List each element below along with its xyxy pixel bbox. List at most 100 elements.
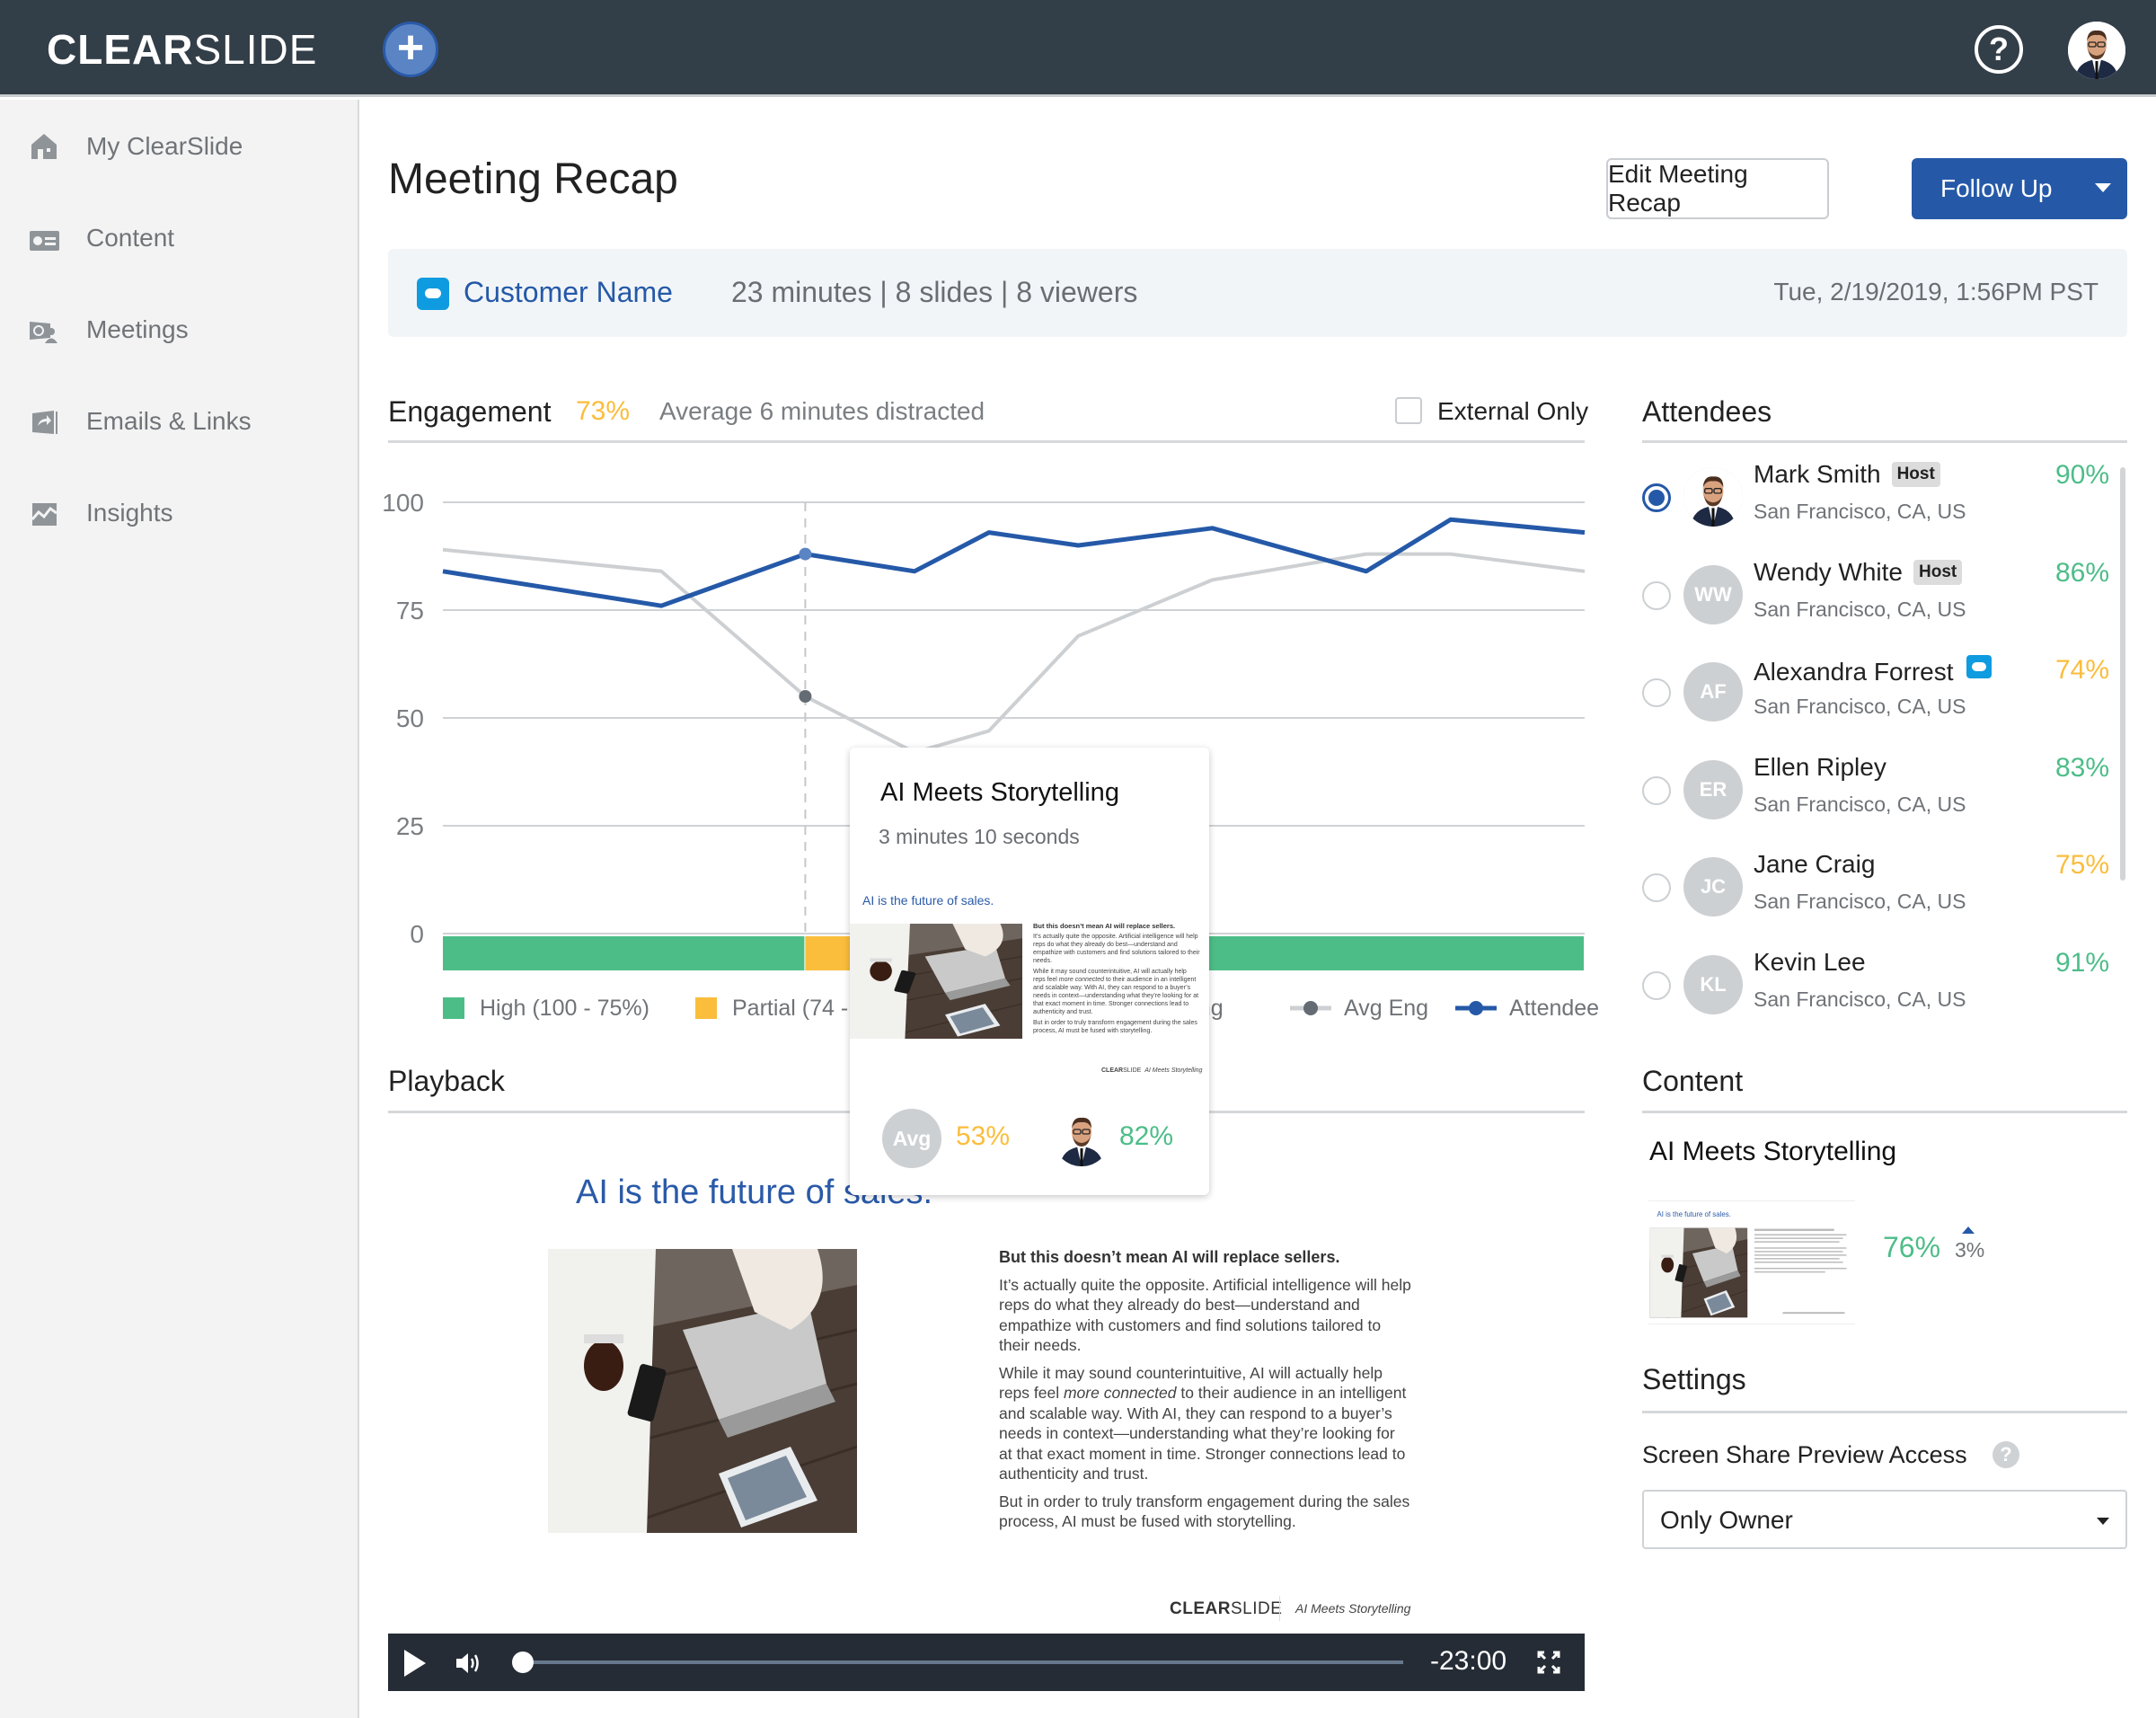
avg-engagement-percent: 53% bbox=[956, 1121, 1011, 1151]
slide-paragraph: While it may sound counterintuitive, AI … bbox=[999, 1363, 1412, 1484]
playback-scrubber[interactable] bbox=[523, 1660, 1403, 1664]
attendee-avatar: KL bbox=[1683, 954, 1743, 1014]
attendee-engagement-percent: 82% bbox=[1119, 1121, 1174, 1151]
logo-thin: SLIDE bbox=[1123, 1067, 1142, 1074]
sidebar-item-label: Meetings bbox=[86, 315, 189, 343]
sidebar-item-meetings[interactable]: Meetings bbox=[0, 294, 358, 366]
attendee-name: Alexandra Forrest bbox=[1754, 655, 1992, 686]
divider bbox=[1642, 1111, 2127, 1113]
meeting-stats: 23 minutes | 8 slides | 8 viewers bbox=[731, 276, 1138, 308]
fullscreen-icon[interactable] bbox=[1536, 1650, 1561, 1675]
chart-y-ticks: 100 75 50 25 0 bbox=[382, 489, 424, 948]
play-icon[interactable] bbox=[404, 1650, 426, 1677]
attendee-engagement-percent: 86% bbox=[2054, 557, 2109, 588]
customer-name-link[interactable]: Customer Name bbox=[464, 276, 673, 309]
slide-footer-logo: CLEARSLIDE bbox=[1170, 1599, 1282, 1619]
sidebar-item-label: Content bbox=[86, 224, 175, 252]
meeting-info-bar: Customer Name 23 minutes | 8 slides | 8 … bbox=[388, 249, 2127, 337]
external-only-label[interactable]: External Only bbox=[1437, 397, 1588, 426]
engagement-band-segment-high[interactable] bbox=[443, 936, 805, 970]
attendee-row[interactable]: WW Wendy White Host San Francisco, CA, US 86… bbox=[1642, 554, 2109, 651]
time-remaining: -23:00 bbox=[1430, 1646, 1507, 1676]
content-item-name[interactable]: AI Meets Storytelling bbox=[1649, 1137, 1896, 1167]
data-point-avg-eng[interactable] bbox=[799, 690, 812, 703]
data-point-attendee[interactable] bbox=[799, 547, 812, 561]
top-navigation-bar: CLEARSLIDE + ? bbox=[0, 0, 2156, 97]
popover-slide-photo bbox=[850, 924, 1022, 1039]
help-button[interactable]: ? bbox=[1975, 25, 2023, 74]
sidebar-item-insights[interactable]: Insights bbox=[0, 477, 358, 549]
attendee-name: Kevin Lee bbox=[1754, 948, 1866, 977]
series-line-attendee[interactable] bbox=[442, 517, 1586, 608]
slide-body: But this doesn’t mean AI will replace se… bbox=[999, 1247, 1412, 1539]
person-photo bbox=[1053, 1109, 1110, 1166]
sidebar-item-emails-links[interactable]: Emails & Links bbox=[0, 385, 358, 457]
legend-item: High (100 - 75%) bbox=[443, 996, 649, 1021]
attendee-name: Mark Smith Host bbox=[1754, 460, 1940, 489]
person-photo bbox=[2068, 22, 2125, 79]
legend-item: Avg Eng bbox=[1290, 996, 1428, 1021]
engagement-subtitle: Average 6 minutes distracted bbox=[659, 397, 985, 425]
attendee-row[interactable]: KL Kevin Lee San Francisco, CA, US 91% bbox=[1642, 944, 2109, 1041]
chevron-down-icon bbox=[2097, 1518, 2109, 1525]
popover-slide-heading: AI is the future of sales. bbox=[862, 893, 994, 908]
attendee-radio[interactable] bbox=[1642, 970, 1671, 1000]
add-button[interactable]: + bbox=[383, 22, 438, 77]
attendee-row[interactable]: JC Jane Craig San Francisco, CA, US 75% bbox=[1642, 846, 2109, 943]
edit-meeting-recap-button[interactable]: Edit Meeting Recap bbox=[1606, 158, 1829, 219]
external-only-checkbox[interactable] bbox=[1395, 397, 1422, 424]
sidebar-item-label: Insights bbox=[86, 499, 173, 527]
attendee-radio[interactable] bbox=[1642, 580, 1671, 610]
chevron-down-icon[interactable] bbox=[2095, 183, 2111, 192]
scrubber-handle[interactable] bbox=[512, 1652, 534, 1673]
legend-item: Attendee bbox=[1455, 996, 1599, 1021]
sidebar-item-my-clearslide[interactable]: My ClearSlide bbox=[0, 111, 358, 182]
follow-up-label: Follow Up bbox=[1940, 174, 2053, 202]
attendee-avatar: JC bbox=[1683, 857, 1743, 917]
host-badge: Host bbox=[1891, 462, 1940, 487]
salesforce-icon[interactable] bbox=[1966, 655, 1992, 678]
y-tick-label: 50 bbox=[396, 704, 424, 732]
attendee-radio[interactable] bbox=[1642, 775, 1671, 805]
sidebar-item-content[interactable]: Content bbox=[0, 202, 358, 274]
avg-avatar: Avg bbox=[882, 1109, 941, 1168]
user-avatar[interactable] bbox=[2068, 22, 2125, 79]
attendee-name: Ellen Ripley bbox=[1754, 753, 1886, 782]
settings-title: Settings bbox=[1642, 1363, 1746, 1395]
attendee-radio[interactable] bbox=[1642, 483, 1671, 512]
volume-icon[interactable] bbox=[455, 1650, 485, 1677]
clearslide-logo[interactable]: CLEARSLIDE bbox=[47, 25, 317, 74]
attendee-engagement-percent: 83% bbox=[2054, 752, 2109, 783]
follow-up-button[interactable]: Follow Up bbox=[1912, 158, 2127, 219]
sidebar: My ClearSlide Content Meetings Emails & … bbox=[0, 100, 359, 1718]
attendee-row[interactable]: Mark Smith Host San Francisco, CA, US 90% bbox=[1642, 456, 2109, 553]
attendee-row[interactable]: ER Ellen Ripley San Francisco, CA, US 83% bbox=[1642, 749, 2109, 846]
content-title: Content bbox=[1642, 1065, 1744, 1097]
logo-bold: CLEAR bbox=[1101, 1067, 1124, 1074]
question-icon: ? bbox=[1989, 31, 2009, 67]
attendee-name-text: Wendy White bbox=[1754, 557, 1903, 586]
divider bbox=[1642, 1411, 2127, 1413]
popover-duration: 3 minutes 10 seconds bbox=[879, 825, 1080, 848]
attendee-radio[interactable] bbox=[1642, 873, 1671, 902]
attendee-radio[interactable] bbox=[1642, 678, 1671, 707]
y-tick-label: 100 bbox=[382, 489, 424, 517]
sidebar-item-label: My ClearSlide bbox=[86, 132, 243, 160]
attendee-name-text: Jane Craig bbox=[1754, 850, 1876, 878]
attendee-location: San Francisco, CA, US bbox=[1754, 792, 1966, 816]
help-icon[interactable]: ? bbox=[1993, 1441, 2019, 1468]
y-tick-label: 75 bbox=[396, 597, 424, 624]
content-engagement-delta: 3% bbox=[1955, 1238, 1985, 1262]
slide-paragraph: But in order to truly transform engageme… bbox=[1033, 1020, 1197, 1034]
attendee-row[interactable]: AF Alexandra Forrest San Francisco, CA, US… bbox=[1642, 651, 2109, 748]
person-photo bbox=[1683, 467, 1743, 527]
attendee-engagement-percent: 74% bbox=[2054, 655, 2109, 685]
attendee-name-text: Mark Smith bbox=[1754, 460, 1881, 488]
attendee-list-scrollbar[interactable] bbox=[2120, 467, 2125, 881]
series-line-avg-eng[interactable] bbox=[442, 547, 1586, 755]
y-tick-label: 25 bbox=[396, 812, 424, 840]
popover-title: AI Meets Storytelling bbox=[880, 778, 1119, 807]
screen-share-preview-select[interactable]: Only Owner bbox=[1642, 1490, 2127, 1549]
attendee-avatar: WW bbox=[1683, 564, 1743, 624]
content-thumbnail[interactable]: AI is the future of sales. bbox=[1648, 1200, 1855, 1324]
